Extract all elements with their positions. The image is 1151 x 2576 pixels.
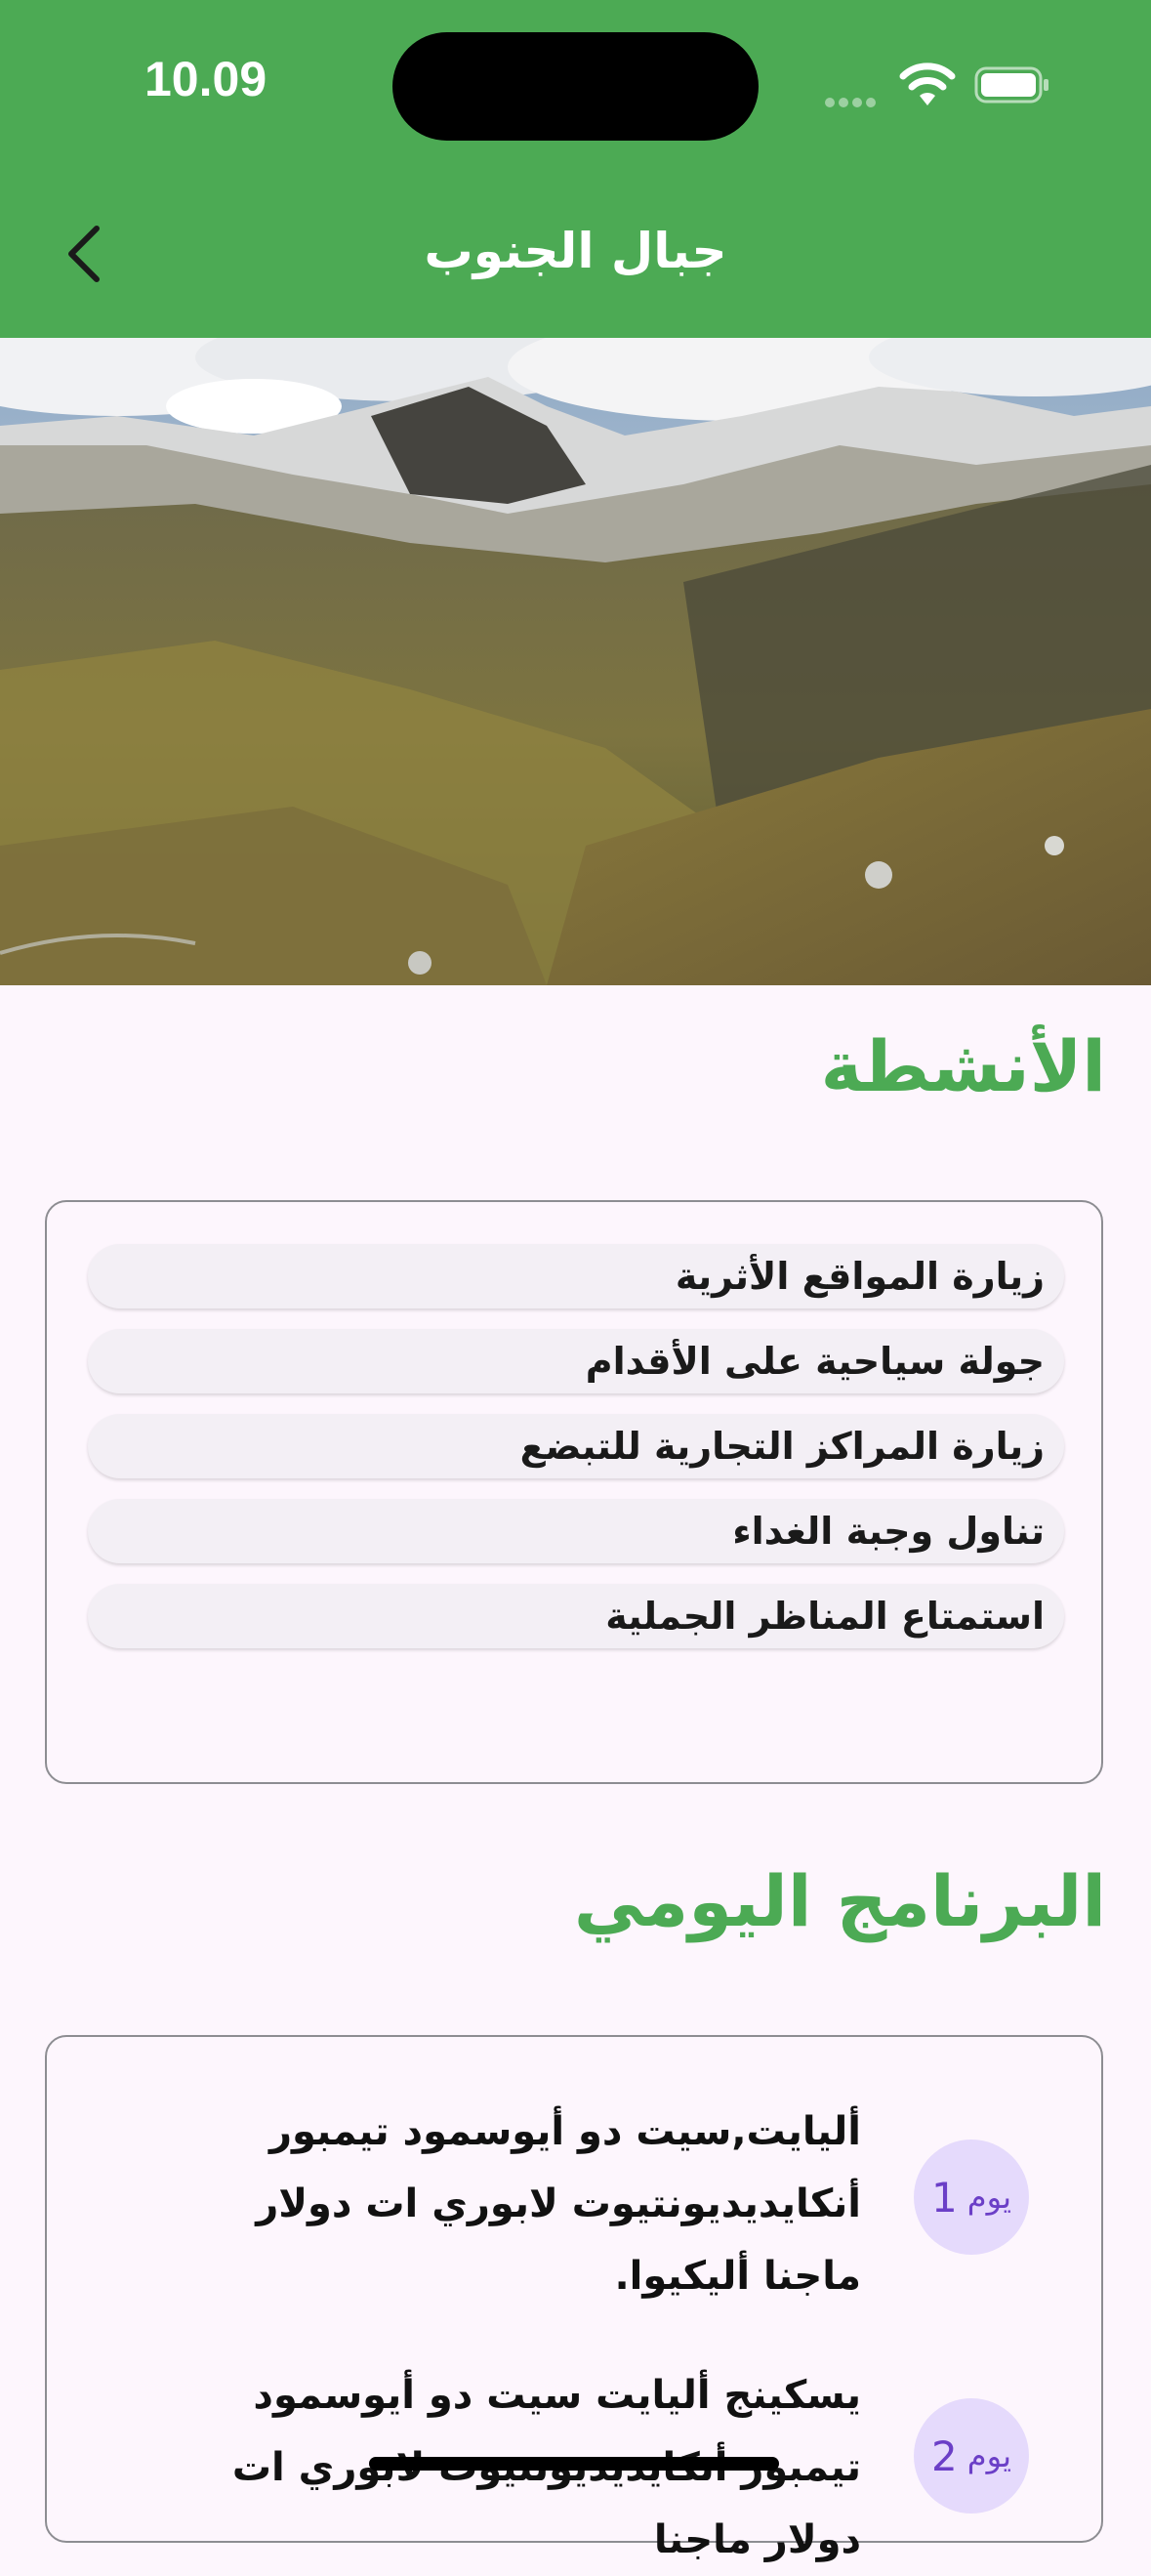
hero-image [0,338,1151,985]
activities-heading: الأنشطة [820,1025,1106,1107]
day-badge: يوم 2 [914,2398,1029,2514]
wifi-icon [899,62,956,105]
app-bar: 10.09 جبال الجنوب [0,0,1151,338]
activity-chip[interactable]: زيارة المواقع الأثرية [88,1244,1064,1309]
activity-chip[interactable]: جولة سياحية على الأقدام [88,1329,1064,1393]
day-description: أليايت,سيت دو أيوسمود تيمبور أنكايديديون… [256,2109,861,2299]
activity-chip[interactable]: تناول وجبة الغداء [88,1499,1064,1563]
day-badge-number: 1 [931,2173,958,2222]
day-badge-label: يوم [966,2179,1011,2216]
day-badge: يوم 1 [914,2140,1029,2255]
dynamic-island [392,32,759,141]
battery-icon [974,66,1048,104]
program-heading: البرنامج اليومي [573,1860,1106,1942]
activity-chip[interactable]: زيارة المراكز التجارية للتبضع [88,1414,1064,1478]
activity-chip[interactable]: استمتاع المناظر الجملية [88,1584,1064,1648]
cellular-signal-icon [825,93,884,107]
day-badge-number: 2 [931,2431,958,2480]
home-indicator [369,2457,779,2471]
activities-card: زيارة المواقع الأثرية جولة سياحية على ال… [45,1200,1103,1784]
status-time: 10.09 [144,52,267,106]
day-badge-label: يوم [966,2437,1011,2474]
page-title: جبال الجنوب [424,223,727,279]
